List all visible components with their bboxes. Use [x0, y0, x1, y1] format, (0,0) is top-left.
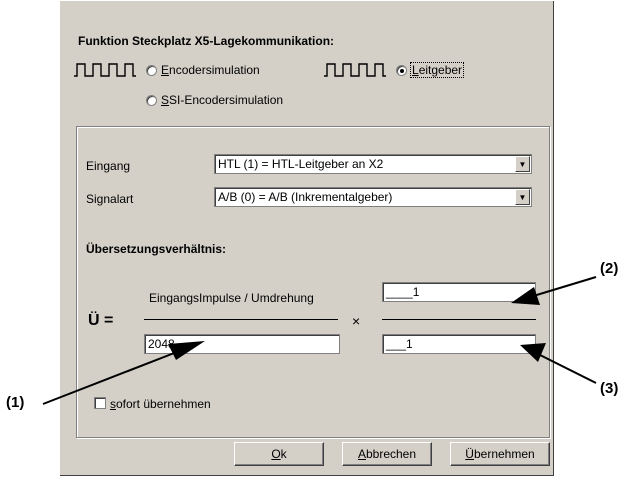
callout-1-label: (1): [6, 394, 25, 411]
callout-2-arrow: [529, 276, 597, 298]
callout-3-label: (3): [600, 380, 619, 397]
callout-3-arrow: [539, 354, 597, 384]
arrowhead-icon: [520, 343, 546, 362]
callout-arrows: [42, 276, 597, 405]
callout-1-arrow: [42, 349, 183, 405]
callout-2-label: (2): [600, 260, 619, 277]
arrowhead-icon: [168, 341, 205, 360]
arrowhead-icon: [511, 287, 540, 305]
